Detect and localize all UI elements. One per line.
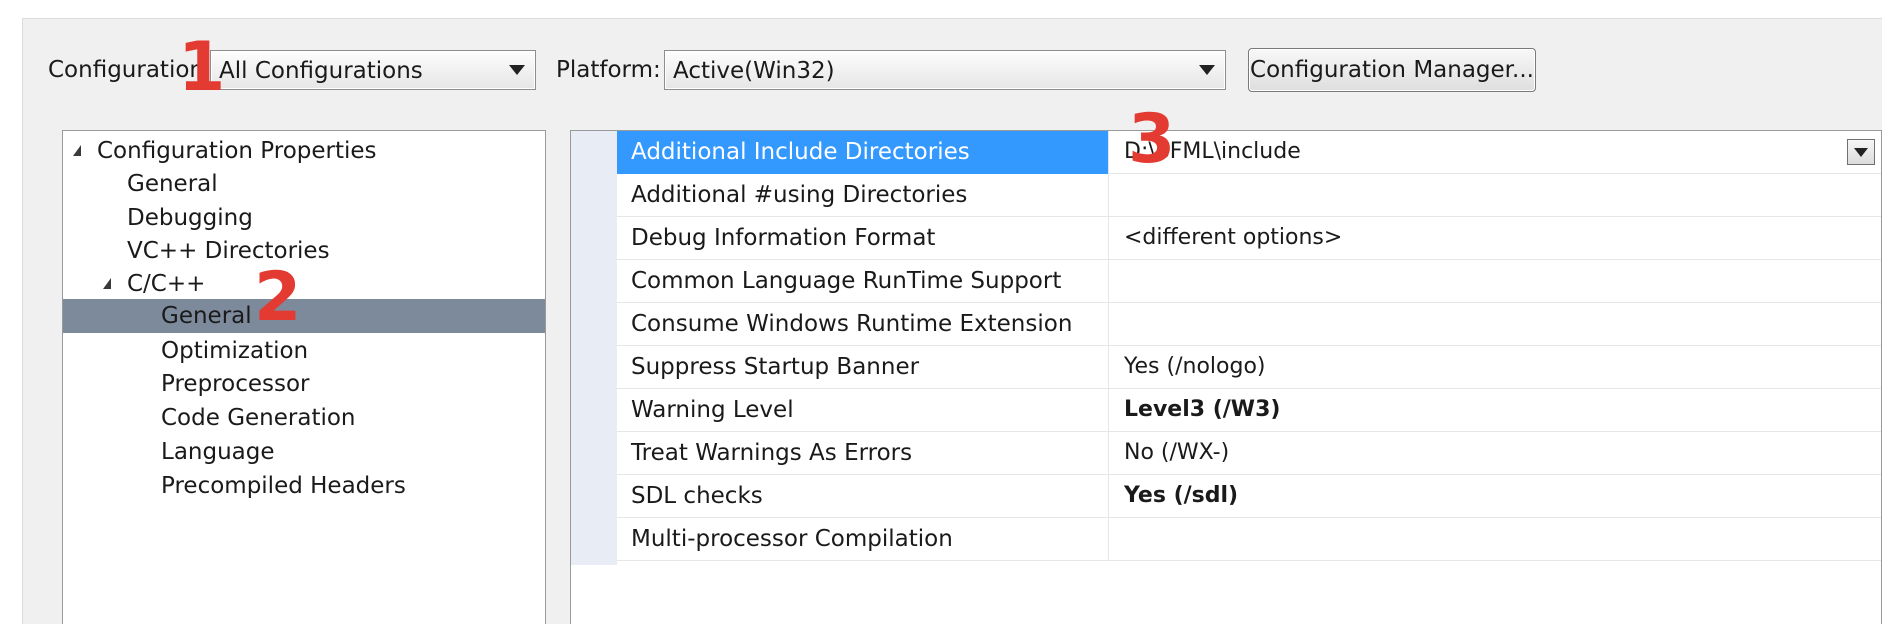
value-dropdown-button[interactable] [1847, 139, 1875, 165]
annotation-number-2: 2 [254, 258, 302, 337]
property-value[interactable]: <different options> [1110, 217, 1881, 260]
property-row[interactable]: Debug Information Format <different opti… [617, 217, 1881, 260]
property-grid: Additional Include Directories D:\SFML\i… [570, 130, 1882, 624]
grid-gutter [571, 131, 617, 565]
tree-item-c-cpp-general[interactable]: General [63, 299, 545, 333]
tree-item-label: Precompiled Headers [161, 473, 406, 499]
tree-item-precompiled-headers[interactable]: Precompiled Headers [63, 466, 545, 507]
property-pages-dialog: Configuration: All Configurations Platfo… [0, 0, 1890, 624]
property-name: Common Language RunTime Support [617, 260, 1109, 303]
property-row[interactable]: SDL checks Yes (/sdl) [617, 475, 1881, 518]
platform-dropdown[interactable]: Active(Win32) [664, 50, 1226, 90]
tree-item-label: General [127, 171, 218, 197]
property-name: Multi-processor Compilation [617, 518, 1109, 561]
property-value[interactable] [1110, 518, 1881, 561]
chevron-down-icon [1854, 148, 1868, 157]
property-value[interactable]: Level3 (/W3) [1110, 389, 1881, 432]
property-name: Additional #using Directories [617, 174, 1109, 217]
expand-triangle-icon[interactable] [73, 145, 81, 156]
property-row[interactable]: Treat Warnings As Errors No (/WX-) [617, 432, 1881, 475]
tree-item-label: Code Generation [161, 405, 356, 431]
annotation-number-3: 3 [1128, 100, 1176, 179]
property-value[interactable]: D:\SFML\include [1110, 131, 1881, 174]
property-value[interactable]: No (/WX-) [1110, 432, 1881, 475]
property-name: Warning Level [617, 389, 1109, 432]
property-row[interactable]: Warning Level Level3 (/W3) [617, 389, 1881, 432]
configuration-dropdown[interactable]: All Configurations [210, 50, 536, 90]
property-name: SDL checks [617, 475, 1109, 518]
property-value[interactable] [1110, 174, 1881, 217]
annotation-number-1: 1 [178, 28, 226, 107]
property-name: Treat Warnings As Errors [617, 432, 1109, 475]
configuration-manager-button[interactable]: Configuration Manager... [1248, 48, 1536, 92]
property-name: Debug Information Format [617, 217, 1109, 260]
property-name: Additional Include Directories [617, 131, 1109, 174]
tree-item-label: Preprocessor [161, 371, 310, 397]
property-row[interactable]: Additional Include Directories D:\SFML\i… [617, 131, 1881, 174]
property-name: Consume Windows Runtime Extension [617, 303, 1109, 346]
property-tree: Configuration Properties General Debuggi… [62, 130, 546, 624]
property-row[interactable]: Consume Windows Runtime Extension [617, 303, 1881, 346]
chevron-down-icon [1199, 65, 1215, 75]
property-row[interactable]: Common Language RunTime Support [617, 260, 1881, 303]
tree-item-label: Optimization [161, 338, 309, 364]
tree-item-label: General [161, 303, 252, 329]
property-row[interactable]: Multi-processor Compilation [617, 518, 1881, 561]
tree-item-label: Debugging [127, 205, 253, 231]
tree-item-label: Language [161, 439, 275, 465]
expand-triangle-icon[interactable] [103, 278, 111, 289]
chevron-down-icon [509, 65, 525, 75]
property-row[interactable]: Suppress Startup Banner Yes (/nologo) [617, 346, 1881, 389]
tree-item-label: Configuration Properties [97, 138, 377, 164]
property-row[interactable]: Additional #using Directories [617, 174, 1881, 217]
property-value[interactable] [1110, 303, 1881, 346]
configuration-value: All Configurations [219, 58, 423, 84]
tree-item-label: C/C++ [127, 271, 206, 297]
property-value[interactable] [1110, 260, 1881, 303]
property-value[interactable]: Yes (/sdl) [1110, 475, 1881, 518]
property-value[interactable]: Yes (/nologo) [1110, 346, 1881, 389]
platform-value: Active(Win32) [673, 58, 835, 84]
property-name: Suppress Startup Banner [617, 346, 1109, 389]
platform-label: Platform: [556, 57, 661, 83]
